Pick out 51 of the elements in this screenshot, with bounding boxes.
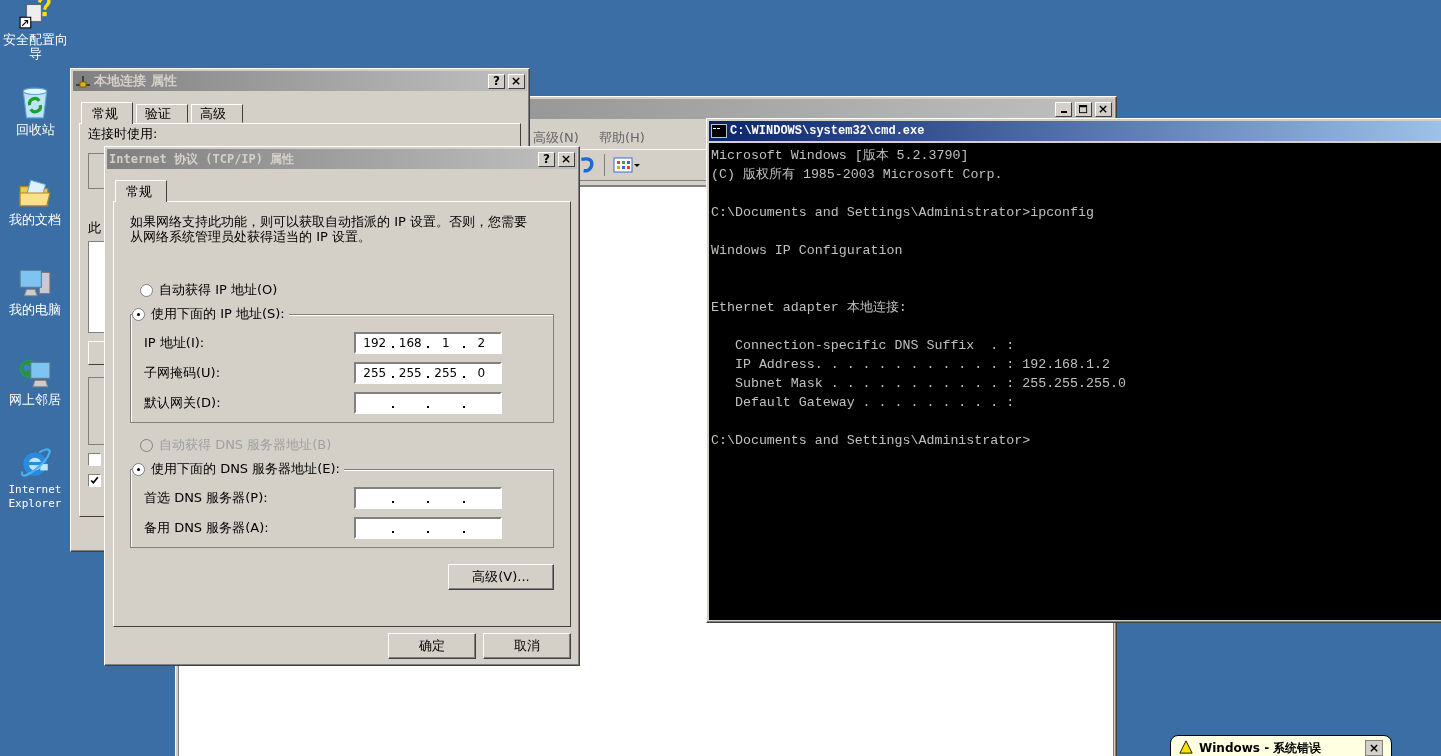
- close-icon: [512, 76, 521, 86]
- field-label: 默认网关(D):: [144, 394, 221, 412]
- close-icon: [1369, 743, 1379, 753]
- desktop-icon-label[interactable]: Internet Explorer: [0, 483, 70, 511]
- ip-address-field[interactable]: [354, 392, 502, 414]
- menu-item[interactable]: 帮助(H): [598, 129, 645, 147]
- description-text: 如果网络支持此功能，则可以获取自动指派的 IP 设置。否则，您需要从网络系统管理员处获得适当的 IP 设置。: [130, 214, 528, 244]
- field-label: IP 地址(I):: [144, 334, 205, 352]
- close-button[interactable]: [1365, 740, 1383, 756]
- desktop-icon-label[interactable]: 网上邻居: [0, 393, 70, 407]
- window-title: 本地连接 属性: [94, 72, 177, 90]
- tab[interactable]: 高级: [191, 104, 243, 123]
- desktop-icon-label[interactable]: 回收站: [0, 123, 70, 137]
- connect-using-label: 连接时使用:: [88, 125, 158, 143]
- notification-title: Windows - 系统错误: [1199, 740, 1322, 756]
- radio-button[interactable]: [132, 307, 145, 321]
- window-title: C:\WINDOWS\system32\cmd.exe: [730, 124, 925, 138]
- dialog-button[interactable]: 确定: [388, 633, 476, 659]
- close-icon: [562, 154, 571, 164]
- view-grid-icon[interactable]: [613, 156, 641, 174]
- console-icon: [711, 123, 727, 139]
- ip-address-field[interactable]: 255 255 255 0: [354, 362, 502, 384]
- console-output: Microsoft Windows [版本 5.2.3790] (C) 版权所有 1985-2003 Microsoft Corp. C:\Documents and Settings\Administrator>ipconfig Windows IP Configuration Ethernet adapter 本地连接: Connection-specific DNS Suffix . : IP Address. . . . . . . . . . . . : 192.168.1.2 Subnet Mask . . . . . . . . . . . : 255.255.255.0 Default Gateway . . . . . . . . . : C:\Documents and Settings\Administrator>: [709, 143, 1441, 620]
- field-label: 子网掩码(U):: [144, 364, 221, 382]
- maximize-icon: [1079, 104, 1088, 114]
- items-label: 此: [88, 219, 101, 237]
- browser-e-icon[interactable]: [18, 446, 52, 480]
- tab[interactable]: 常规: [115, 180, 167, 202]
- tab[interactable]: 常规: [81, 102, 133, 124]
- field-label: 首选 DNS 服务器(P):: [144, 489, 268, 507]
- ip-address-field[interactable]: [354, 517, 502, 539]
- minimize-icon: [1060, 111, 1067, 113]
- tab[interactable]: 验证: [136, 104, 188, 123]
- ip-address-field[interactable]: 192 168 1 2: [354, 332, 502, 354]
- ip-address-field[interactable]: [354, 487, 502, 509]
- radio-label[interactable]: 自动获得 IP 地址(O): [159, 281, 278, 299]
- menu-item[interactable]: 高级(N): [533, 129, 579, 147]
- window-title: Internet 协议 (TCP/IP) 属性: [109, 150, 295, 168]
- checkbox[interactable]: [88, 474, 101, 487]
- network-connection-icon: [75, 73, 91, 89]
- checkbox[interactable]: [88, 453, 101, 466]
- radio-button[interactable]: [140, 283, 153, 297]
- desktop-icon-label[interactable]: 安全配置向导: [0, 33, 70, 61]
- document-question-icon[interactable]: [18, 0, 52, 30]
- advanced-button[interactable]: 高级(V)...: [448, 564, 554, 590]
- desktop-icon-label[interactable]: 我的电脑: [0, 303, 70, 317]
- desktop-icon-label[interactable]: 我的文档: [0, 213, 70, 227]
- close-icon: [1099, 104, 1108, 114]
- radio-button[interactable]: [132, 462, 145, 476]
- dialog-button[interactable]: 取消: [483, 633, 571, 659]
- field-label: 备用 DNS 服务器(A):: [144, 519, 269, 537]
